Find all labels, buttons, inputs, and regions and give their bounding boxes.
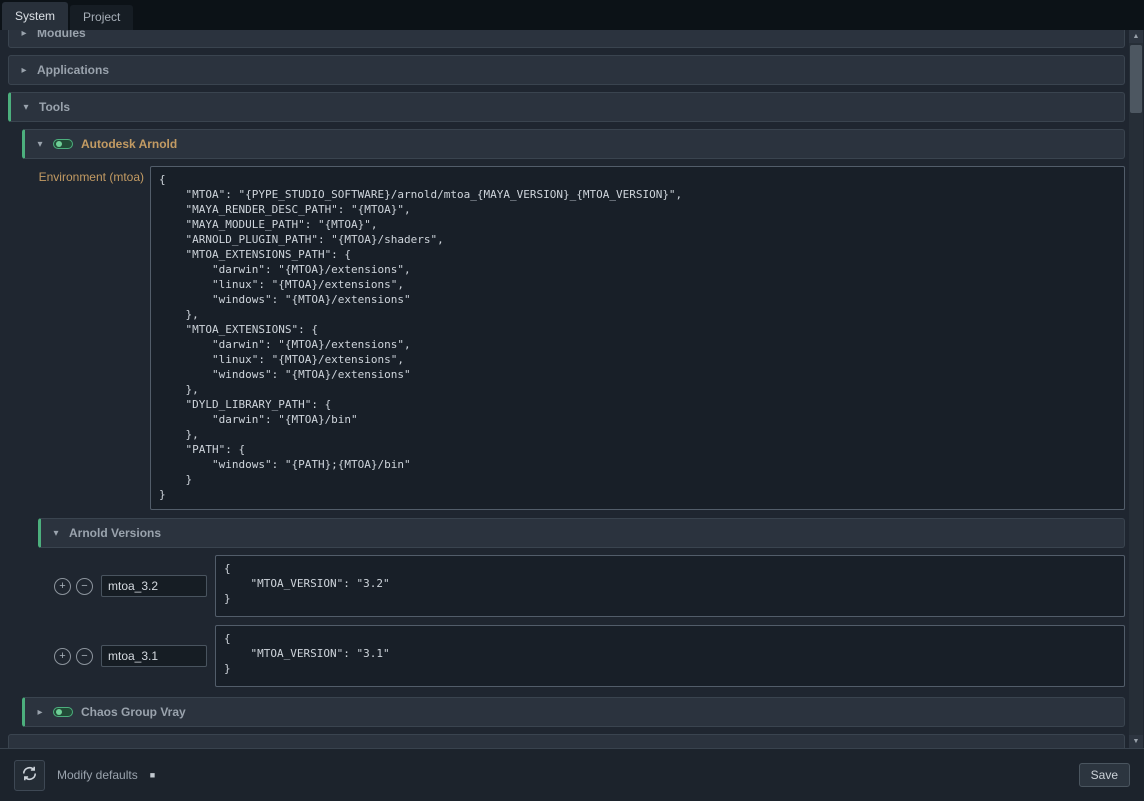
environment-row: Environment (mtoa) { "MTOA": "{PYPE_STUD… — [22, 166, 1125, 510]
remove-version-button[interactable]: − — [76, 578, 93, 595]
chevron-down-icon: ▾ — [51, 528, 61, 539]
tab-bar: System Project — [0, 0, 1144, 30]
version-row-mtoa-3-2: + − { "MTOA_VERSION": "3.2" } — [54, 555, 1125, 617]
group-arnold-versions[interactable]: ▾ Arnold Versions — [38, 518, 1125, 548]
settings-scroll-area: ▸ Modules ▸ Applications ▾ Tools ▾ Autod… — [0, 30, 1144, 748]
remove-version-button[interactable]: − — [76, 648, 93, 665]
tools-children: ▾ Autodesk Arnold Environment (mtoa) { "… — [22, 129, 1125, 727]
environment-mtoa-field[interactable]: { "MTOA": "{PYPE_STUDIO_SOFTWARE}/arnold… — [150, 166, 1125, 510]
tab-project[interactable]: Project — [70, 5, 133, 30]
tab-system[interactable]: System — [2, 2, 68, 30]
toggle-knob — [56, 141, 62, 147]
scroll-up-arrow-icon[interactable]: ▲ — [1129, 30, 1143, 43]
group-autodesk-arnold-label: Autodesk Arnold — [81, 137, 177, 151]
version-key-input[interactable] — [101, 645, 207, 667]
vray-enabled-toggle[interactable] — [53, 707, 73, 717]
section-modules-label: Modules — [37, 30, 86, 40]
arnold-versions-block: ▾ Arnold Versions + − { "MTOA_VERSION": … — [38, 518, 1125, 687]
arnold-enabled-toggle[interactable] — [53, 139, 73, 149]
section-applications[interactable]: ▸ Applications — [8, 55, 1125, 85]
refresh-icon — [21, 765, 38, 785]
add-version-button[interactable]: + — [54, 578, 71, 595]
scrollbar-track[interactable] — [1129, 43, 1143, 735]
section-modules[interactable]: ▸ Modules — [8, 30, 1125, 48]
modify-defaults-label: Modify defaults — [57, 768, 138, 782]
version-row-mtoa-3-1: + − { "MTOA_VERSION": "3.1" } — [54, 625, 1125, 687]
group-chaos-vray[interactable]: ▸ Chaos Group Vray — [22, 697, 1125, 727]
version-value-field[interactable]: { "MTOA_VERSION": "3.1" } — [215, 625, 1125, 687]
chevron-down-icon: ▾ — [21, 102, 31, 113]
chevron-right-icon: ▸ — [35, 707, 45, 718]
chevron-right-icon: ▸ — [19, 65, 29, 76]
section-applications-label: Applications — [37, 63, 109, 77]
environment-mtoa-label: Environment (mtoa) — [22, 166, 144, 510]
section-tools[interactable]: ▾ Tools — [8, 92, 1125, 122]
scrollbar-thumb[interactable] — [1130, 45, 1142, 113]
vertical-scrollbar[interactable]: ▲ ▼ — [1129, 30, 1143, 748]
version-key-input[interactable] — [101, 575, 207, 597]
group-autodesk-arnold[interactable]: ▾ Autodesk Arnold — [22, 129, 1125, 159]
group-chaos-vray-label: Chaos Group Vray — [81, 705, 186, 719]
settings-window: System Project ▸ Modules ▸ Applications … — [0, 0, 1144, 801]
chevron-right-icon: ▸ — [19, 30, 29, 39]
section-tools-label: Tools — [39, 100, 70, 114]
toggle-knob — [56, 709, 62, 715]
chevron-down-icon: ▾ — [35, 139, 45, 150]
add-version-button[interactable]: + — [54, 648, 71, 665]
section-partially-visible[interactable] — [8, 734, 1125, 748]
save-button[interactable]: Save — [1079, 763, 1130, 787]
version-value-field[interactable]: { "MTOA_VERSION": "3.2" } — [215, 555, 1125, 617]
refresh-button[interactable] — [14, 760, 45, 791]
modify-defaults-checkbox[interactable]: ■ — [150, 771, 155, 780]
group-arnold-versions-label: Arnold Versions — [69, 526, 161, 540]
settings-content: ▸ Modules ▸ Applications ▾ Tools ▾ Autod… — [0, 30, 1144, 748]
footer-bar: Modify defaults ■ Save — [0, 748, 1144, 801]
scroll-down-arrow-icon[interactable]: ▼ — [1129, 735, 1143, 748]
